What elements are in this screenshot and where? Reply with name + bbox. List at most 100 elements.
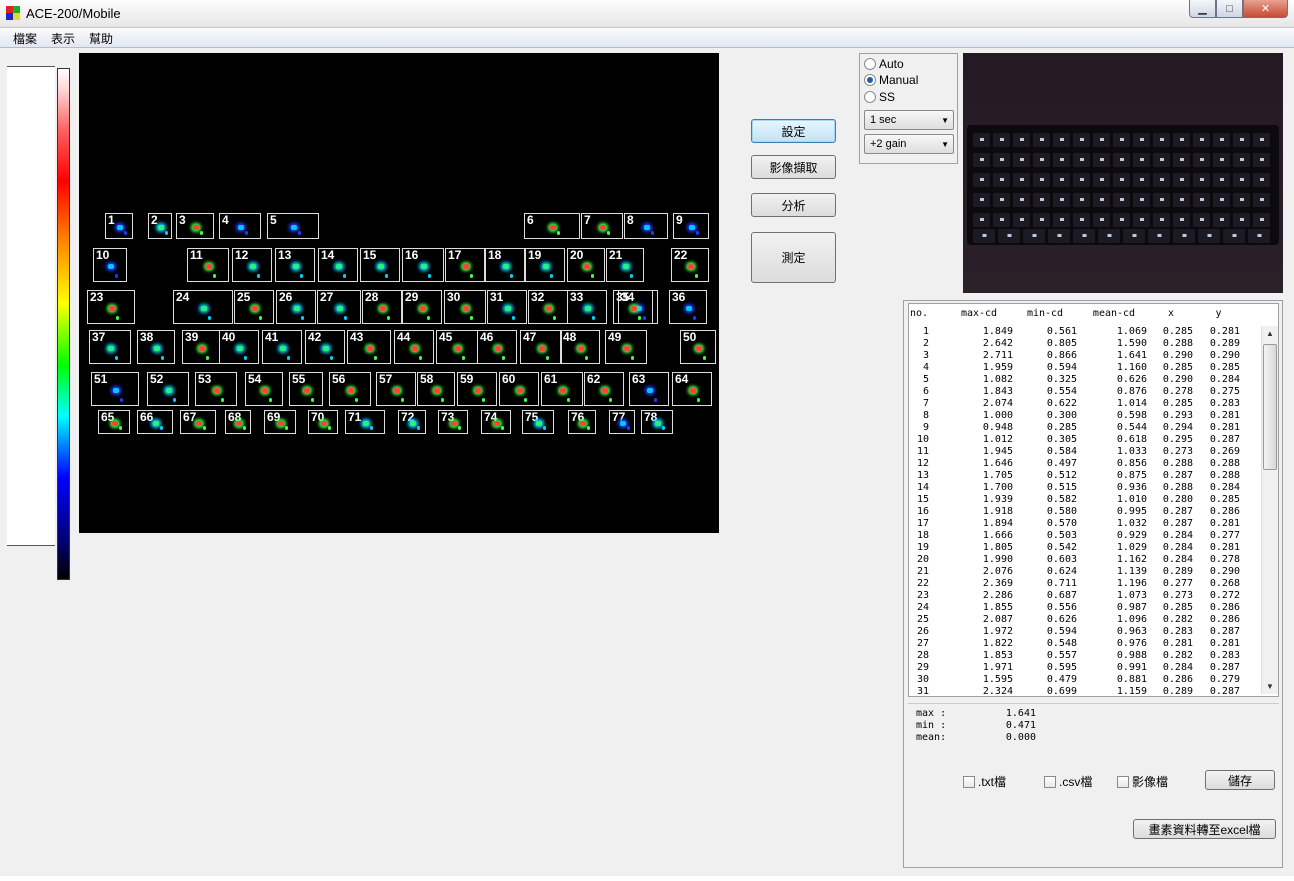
luminance-image[interactable]: 1 2 3 4 5 6 7 8 9 10 11 12 13 14 15 16 17 18 19 20 21 22 23 24 2… xyxy=(79,53,719,533)
exposure-time-select[interactable]: 1 sec ▼ xyxy=(864,110,954,130)
minimize-button[interactable]: ▁ xyxy=(1189,0,1216,18)
radio-manual[interactable]: Manual xyxy=(864,73,918,87)
zone-2[interactable]: 2 xyxy=(148,213,172,239)
zone-38[interactable]: 38 xyxy=(137,330,175,364)
menu-file[interactable]: 檔案 xyxy=(6,28,44,47)
zone-43[interactable]: 43 xyxy=(347,330,391,364)
zone-30[interactable]: 30 xyxy=(444,290,486,324)
zone-48[interactable]: 48 xyxy=(560,330,600,364)
zone-33[interactable]: 33 xyxy=(567,290,607,324)
zone-60[interactable]: 60 xyxy=(499,372,539,406)
zone-25[interactable]: 25 xyxy=(234,290,274,324)
save-image-checkbox[interactable] xyxy=(1117,775,1129,788)
zone-32[interactable]: 32 xyxy=(528,290,568,324)
zone-46[interactable]: 46 xyxy=(477,330,517,364)
zone-31[interactable]: 31 xyxy=(487,290,527,324)
maximize-button[interactable]: □ xyxy=(1216,0,1243,18)
analyze-button[interactable]: 分析 xyxy=(751,193,836,217)
zone-63[interactable]: 63 xyxy=(629,372,669,406)
zone-39[interactable]: 39 xyxy=(182,330,220,364)
zone-44[interactable]: 44 xyxy=(394,330,434,364)
save-csv-checkbox[interactable] xyxy=(1044,775,1056,788)
zone-51[interactable]: 51 xyxy=(91,372,139,406)
save-image-option[interactable]: 影像檔 xyxy=(1117,773,1168,790)
radio-ss[interactable]: SS xyxy=(864,90,895,104)
zone-71[interactable]: 71 xyxy=(345,410,385,434)
zone-27[interactable]: 27 xyxy=(317,290,361,324)
scroll-thumb[interactable] xyxy=(1263,344,1277,470)
zone-26[interactable]: 26 xyxy=(276,290,316,324)
zone-70[interactable]: 70 xyxy=(308,410,338,434)
radio-ss-icon[interactable] xyxy=(864,91,876,103)
zone-29[interactable]: 29 xyxy=(402,290,442,324)
zone-8[interactable]: 8 xyxy=(624,213,668,239)
zone-3[interactable]: 3 xyxy=(176,213,214,239)
zone-18[interactable]: 18 xyxy=(485,248,525,282)
zone-52[interactable]: 52 xyxy=(147,372,189,406)
zone-20[interactable]: 20 xyxy=(567,248,605,282)
zone-42[interactable]: 42 xyxy=(305,330,345,364)
zone-77[interactable]: 77 xyxy=(609,410,635,434)
zone-53[interactable]: 53 xyxy=(195,372,237,406)
zone-12[interactable]: 12 xyxy=(232,248,272,282)
zone-37[interactable]: 37 xyxy=(89,330,131,364)
zone-76[interactable]: 76 xyxy=(568,410,596,434)
zone-78[interactable]: 78 xyxy=(641,410,673,434)
close-button[interactable]: ✕ xyxy=(1243,0,1288,18)
save-txt-option[interactable]: .txt檔 xyxy=(963,773,1006,790)
zone-5[interactable]: 5 xyxy=(267,213,319,239)
zone-66[interactable]: 66 xyxy=(137,410,173,434)
zone-49[interactable]: 49 xyxy=(605,330,647,364)
zone-16[interactable]: 16 xyxy=(402,248,444,282)
zone-58[interactable]: 58 xyxy=(417,372,455,406)
radio-auto[interactable]: Auto xyxy=(864,57,904,71)
zone-1[interactable]: 1 xyxy=(105,213,133,239)
zone-36[interactable]: 36 xyxy=(669,290,707,324)
menu-help[interactable]: 幫助 xyxy=(82,28,120,47)
export-excel-button[interactable]: 畫素資料轉至excel檔 xyxy=(1133,819,1276,839)
zone-61[interactable]: 61 xyxy=(541,372,583,406)
zone-21[interactable]: 21 xyxy=(606,248,644,282)
scroll-up-icon[interactable]: ▲ xyxy=(1266,329,1274,338)
zone-45[interactable]: 45 xyxy=(436,330,478,364)
zone-72[interactable]: 72 xyxy=(398,410,426,434)
zone-56[interactable]: 56 xyxy=(329,372,371,406)
radio-manual-icon[interactable] xyxy=(864,74,876,86)
zone-55[interactable]: 55 xyxy=(289,372,323,406)
zone-35[interactable]: 35 xyxy=(613,290,653,324)
menu-view[interactable]: 表示 xyxy=(44,28,82,47)
gain-select[interactable]: +2 gain ▼ xyxy=(864,134,954,154)
zone-24[interactable]: 24 xyxy=(173,290,233,324)
zone-17[interactable]: 17 xyxy=(445,248,485,282)
zone-9[interactable]: 9 xyxy=(673,213,709,239)
zone-19[interactable]: 19 xyxy=(525,248,565,282)
zone-40[interactable]: 40 xyxy=(219,330,259,364)
zone-47[interactable]: 47 xyxy=(520,330,562,364)
zone-57[interactable]: 57 xyxy=(376,372,416,406)
zone-54[interactable]: 54 xyxy=(245,372,283,406)
zone-14[interactable]: 14 xyxy=(318,248,358,282)
zone-11[interactable]: 11 xyxy=(187,248,229,282)
zone-6[interactable]: 6 xyxy=(524,213,580,239)
zone-62[interactable]: 62 xyxy=(584,372,624,406)
zone-41[interactable]: 41 xyxy=(262,330,302,364)
zone-15[interactable]: 15 xyxy=(360,248,400,282)
zone-4[interactable]: 4 xyxy=(219,213,261,239)
zone-73[interactable]: 73 xyxy=(438,410,468,434)
zone-68[interactable]: 68 xyxy=(225,410,251,434)
zone-7[interactable]: 7 xyxy=(581,213,623,239)
save-txt-checkbox[interactable] xyxy=(963,775,975,788)
zone-69[interactable]: 69 xyxy=(264,410,296,434)
zone-74[interactable]: 74 xyxy=(481,410,511,434)
zone-67[interactable]: 67 xyxy=(180,410,216,434)
save-button[interactable]: 儲存 xyxy=(1205,770,1275,790)
zone-50[interactable]: 50 xyxy=(680,330,716,364)
capture-image-button[interactable]: 影像擷取 xyxy=(751,155,836,179)
scroll-down-icon[interactable]: ▼ xyxy=(1266,682,1274,691)
zone-75[interactable]: 75 xyxy=(522,410,554,434)
radio-auto-icon[interactable] xyxy=(864,58,876,70)
table-scrollbar[interactable]: ▲ ▼ xyxy=(1261,326,1278,694)
zone-22[interactable]: 22 xyxy=(671,248,709,282)
zone-65[interactable]: 65 xyxy=(98,410,130,434)
zone-64[interactable]: 64 xyxy=(672,372,712,406)
